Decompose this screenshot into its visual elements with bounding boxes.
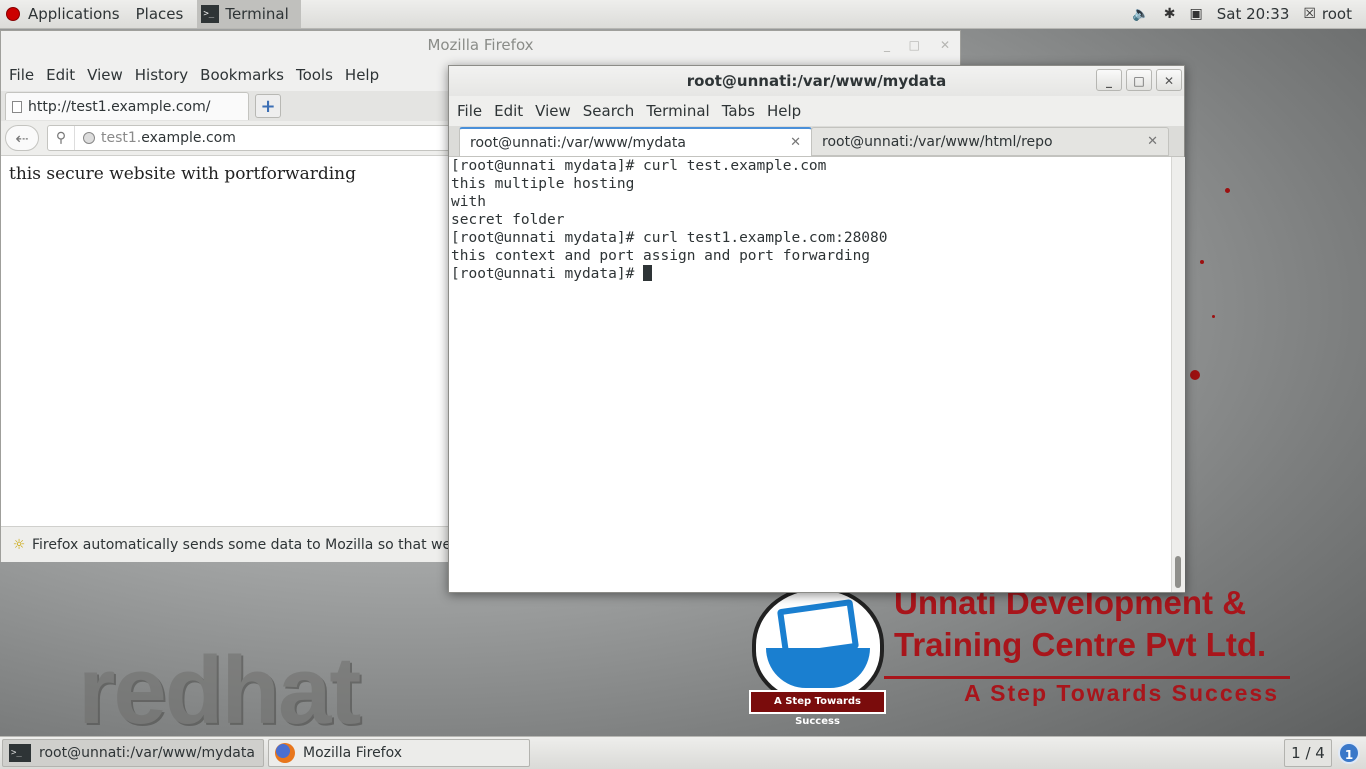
taskbar-item-terminal[interactable]: >_ root@unnati:/var/www/mydata: [2, 739, 264, 767]
identity-icon[interactable]: ⚲: [48, 126, 75, 150]
maximize-icon[interactable]: □: [909, 31, 920, 59]
menu-terminal[interactable]: Terminal: [640, 102, 715, 120]
menu-view[interactable]: View: [529, 102, 577, 120]
menu-help[interactable]: Help: [761, 102, 807, 120]
terminal-scrollbar[interactable]: [1171, 157, 1185, 592]
taskbar-item-label: root@unnati:/var/www/mydata: [39, 745, 255, 761]
terminal-cursor: [643, 265, 653, 281]
firefox-titlebar[interactable]: Mozilla Firefox _ □ ✕: [1, 31, 960, 59]
url-domain: example.com: [141, 130, 236, 146]
user-menu[interactable]: ☒ root: [1303, 5, 1352, 23]
terminal-output[interactable]: [root@unnati mydata]# curl test.example.…: [449, 157, 1171, 592]
network-icon[interactable]: ▣: [1190, 6, 1203, 22]
terminal-tab-repo[interactable]: root@unnati:/var/www/html/repo ✕: [811, 127, 1169, 156]
menu-tools[interactable]: Tools: [290, 66, 339, 84]
menu-edit[interactable]: Edit: [488, 102, 529, 120]
notification-text: Firefox automatically sends some data to…: [32, 536, 481, 553]
firefox-tab-title: http://test1.example.com/: [28, 98, 211, 115]
menu-edit[interactable]: Edit: [40, 66, 81, 84]
applications-menu[interactable]: Applications: [26, 0, 128, 28]
places-menu[interactable]: Places: [128, 0, 192, 28]
minimize-icon[interactable]: _: [884, 31, 890, 59]
paint-splatter: [1190, 370, 1200, 380]
terminal-icon: >_: [9, 744, 31, 762]
terminal-prompt: [root@unnati mydata]#: [451, 266, 644, 282]
company-name-line2: Training Centre Pvt Ltd.: [894, 626, 1267, 663]
minimize-icon[interactable]: _: [1096, 69, 1122, 91]
volume-icon[interactable]: 🔈: [1132, 6, 1149, 22]
terminal-line: [root@unnati mydata]# curl test1.example…: [451, 230, 888, 246]
menu-search[interactable]: Search: [577, 102, 641, 120]
redhat-logo-icon: [6, 7, 20, 21]
active-window-label: Terminal: [225, 5, 289, 23]
terminal-tab-label: root@unnati:/var/www/html/repo: [822, 133, 1053, 150]
terminal-prompt-line: [root@unnati mydata]#: [449, 265, 1171, 283]
new-tab-button[interactable]: +: [255, 94, 281, 118]
close-icon[interactable]: ✕: [1147, 134, 1158, 149]
maximize-icon[interactable]: □: [1126, 69, 1152, 91]
terminal-line: [root@unnati mydata]# curl test.example.…: [451, 158, 827, 174]
bottom-panel: >_ root@unnati:/var/www/mydata Mozilla F…: [0, 736, 1366, 769]
terminal-menubar: File Edit View Search Terminal Tabs Help: [449, 96, 1184, 126]
taskbar-item-firefox[interactable]: Mozilla Firefox: [268, 739, 530, 767]
back-button[interactable]: ⇠: [5, 125, 39, 151]
user-name: root: [1321, 5, 1352, 23]
menu-help[interactable]: Help: [339, 66, 385, 84]
menu-bookmarks[interactable]: Bookmarks: [194, 66, 290, 84]
firefox-window-title: Mozilla Firefox: [427, 36, 534, 54]
terminal-line: with: [451, 194, 486, 210]
terminal-tab-label: root@unnati:/var/www/mydata: [470, 134, 686, 151]
terminal-window: root@unnati:/var/www/mydata _ □ ✕ File E…: [448, 65, 1185, 593]
company-divider: [884, 676, 1290, 679]
system-tray: 🔈 ✱ ▣ Sat 20:33 ☒ root: [1132, 0, 1352, 28]
scrollbar-thumb[interactable]: [1175, 556, 1181, 588]
hands-icon: [766, 648, 870, 688]
globe-icon: [83, 132, 95, 144]
terminal-window-title: root@unnati:/var/www/mydata: [686, 72, 947, 90]
menu-history[interactable]: History: [129, 66, 194, 84]
close-icon[interactable]: ✕: [790, 135, 801, 150]
terminal-line: secret folder: [451, 212, 565, 228]
clock[interactable]: Sat 20:33: [1217, 5, 1290, 23]
page-text: this secure website with portforwarding: [9, 164, 357, 184]
firefox-tab[interactable]: http://test1.example.com/: [5, 92, 249, 120]
top-panel: Applications Places >_ Terminal 🔈 ✱ ▣ Sa…: [0, 0, 1366, 29]
page-icon: [12, 100, 22, 113]
menu-view[interactable]: View: [81, 66, 129, 84]
terminal-tabbar: root@unnati:/var/www/mydata ✕ root@unnat…: [449, 126, 1184, 157]
company-logo: [752, 586, 884, 704]
terminal-line: this multiple hosting: [451, 176, 635, 192]
redhat-watermark: redhat: [78, 637, 361, 744]
lightbulb-icon: ☼: [12, 536, 26, 553]
paint-splatter: [1200, 260, 1204, 264]
terminal-titlebar[interactable]: root@unnati:/var/www/mydata _ □ ✕: [449, 66, 1184, 96]
logo-tagline: A Step Towards Success: [749, 690, 886, 727]
company-tagline: A Step Towards Success: [964, 680, 1279, 706]
active-window-indicator[interactable]: >_ Terminal: [197, 0, 301, 28]
menu-file[interactable]: File: [3, 66, 40, 84]
terminal-line: this context and port assign and port fo…: [451, 248, 871, 264]
notification-badge[interactable]: 1: [1338, 742, 1360, 764]
menu-file[interactable]: File: [451, 102, 488, 120]
url-subdomain: test1.: [101, 130, 142, 146]
back-icon: ⇠: [15, 129, 29, 148]
url-bar[interactable]: ⚲ test1. example.com: [47, 125, 467, 151]
close-icon[interactable]: ✕: [940, 31, 950, 59]
workspace-switcher[interactable]: 1 / 4: [1284, 739, 1332, 767]
bluetooth-icon[interactable]: ✱: [1164, 6, 1176, 22]
close-icon[interactable]: ✕: [1156, 69, 1182, 91]
paint-splatter: [1225, 188, 1230, 193]
menu-tabs[interactable]: Tabs: [716, 102, 761, 120]
user-icon: ☒: [1303, 6, 1316, 22]
paint-splatter: [1212, 315, 1215, 318]
taskbar-item-label: Mozilla Firefox: [303, 745, 403, 761]
terminal-icon: >_: [201, 5, 220, 23]
terminal-tab-mydata[interactable]: root@unnati:/var/www/mydata ✕: [459, 127, 812, 156]
firefox-icon: [275, 743, 295, 763]
